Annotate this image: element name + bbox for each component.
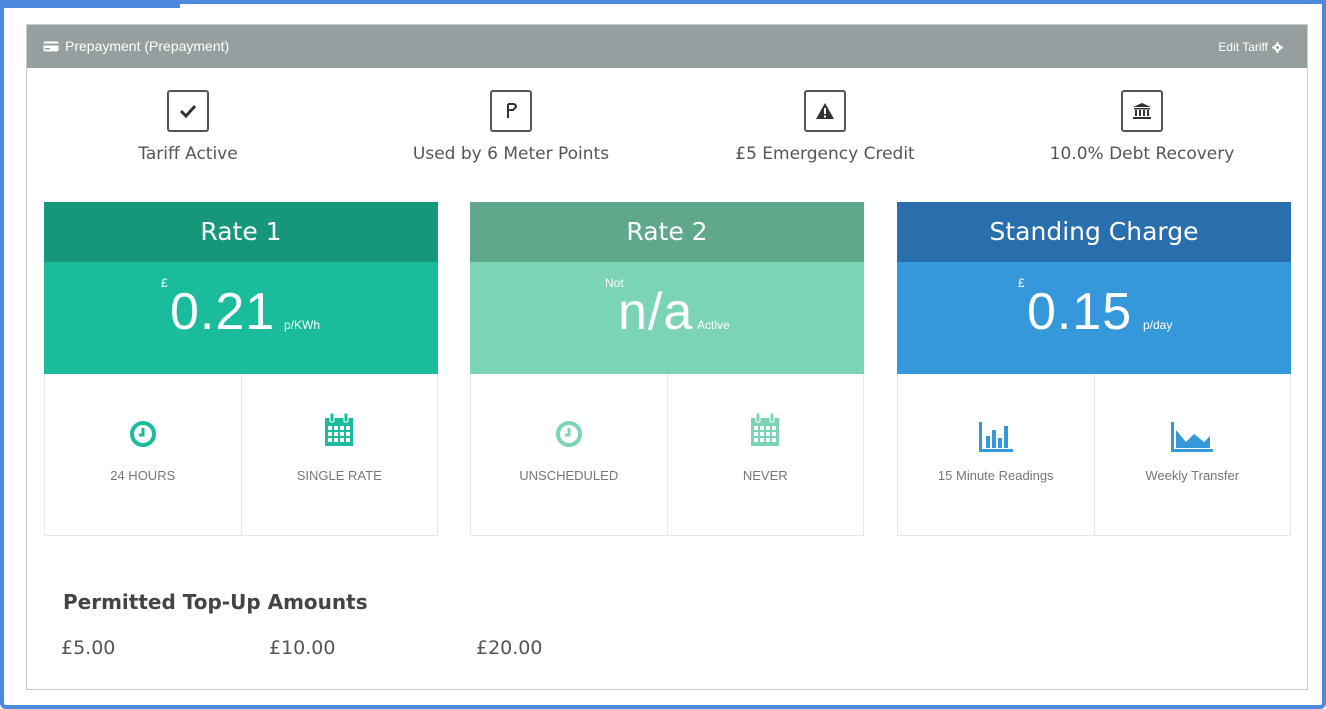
area-chart-icon — [1171, 422, 1214, 452]
card-details: 15 Minute Readings Weekly Transfer — [897, 374, 1291, 536]
rate-2-card: Rate 2 Not n/a Active UNSCHEDULED NEVER — [470, 202, 864, 536]
charge-unit: p/day — [1143, 318, 1173, 332]
warning-icon — [804, 90, 846, 132]
rate-1-card: Rate 1 £ 0.21 p/KWh 24 HOURS SINGLE RATE — [44, 202, 438, 536]
charge-value: 0.15 — [1027, 283, 1133, 341]
currency-symbol: £ — [161, 276, 168, 290]
rate-unit: Active — [697, 318, 730, 332]
tariff-features: Tariff Active Used by 6 Meter Points £5 … — [27, 90, 1307, 170]
topup-amount: £5.00 — [61, 637, 116, 659]
card-cell: NEVER — [668, 374, 864, 535]
rate-value: n/a — [618, 283, 694, 341]
rate-unit: p/KWh — [284, 318, 321, 332]
calendar-icon — [751, 412, 780, 446]
clock-icon — [129, 421, 156, 447]
card-value: £ 0.15 p/day — [897, 262, 1291, 374]
card-cell: 15 Minute Readings — [898, 374, 1095, 535]
feature-debt-recovery: 10.0% Debt Recovery — [992, 90, 1292, 164]
active-tab-indicator — [0, 0, 180, 8]
cell-label: 15 Minute Readings — [937, 468, 1054, 483]
meter-point-icon — [490, 90, 532, 132]
topup-amount: £20.00 — [476, 637, 543, 659]
card-title: Rate 1 — [44, 202, 438, 262]
edit-tariff-button[interactable]: Edit Tariff — [1218, 40, 1283, 54]
calendar-icon — [325, 412, 354, 446]
feature-label: Tariff Active — [138, 144, 238, 164]
standing-charge-card: Standing Charge £ 0.15 p/day 15 Minute R… — [897, 202, 1291, 536]
rate-value: 0.21 — [170, 283, 276, 341]
card-title: Standing Charge — [897, 202, 1291, 262]
panel-title: Prepayment (Prepayment) — [43, 38, 229, 54]
topup-title: Permitted Top-Up Amounts — [63, 590, 368, 614]
cell-label: 24 HOURS — [110, 468, 176, 483]
card-cell: SINGLE RATE — [242, 374, 438, 535]
edit-tariff-label: Edit Tariff — [1218, 40, 1268, 54]
cell-label: UNSCHEDULED — [519, 468, 619, 483]
card-details: UNSCHEDULED NEVER — [470, 374, 864, 536]
clock-icon — [555, 421, 582, 447]
bank-icon — [1121, 90, 1163, 132]
card-value: £ 0.21 p/KWh — [44, 262, 438, 374]
cell-label: SINGLE RATE — [296, 468, 382, 483]
card-title: Rate 2 — [470, 202, 864, 262]
feature-label: Used by 6 Meter Points — [412, 144, 610, 164]
feature-emergency-credit: £5 Emergency Credit — [675, 90, 975, 164]
feature-meter-points: Used by 6 Meter Points — [361, 90, 661, 164]
checkmark-icon — [167, 90, 209, 132]
gear-icon — [1272, 41, 1283, 53]
card-details: 24 HOURS SINGLE RATE — [44, 374, 438, 536]
panel-header: Prepayment (Prepayment) Edit Tariff — [27, 25, 1307, 68]
feature-label: 10.0% Debt Recovery — [1049, 144, 1235, 164]
feature-tariff-active: Tariff Active — [38, 90, 338, 164]
cell-label: Weekly Transfer — [1145, 468, 1240, 483]
topup-amount: £10.00 — [269, 637, 336, 659]
tariff-panel: Prepayment (Prepayment) Edit Tariff Tari… — [26, 24, 1308, 690]
card-value: Not n/a Active — [470, 262, 864, 374]
currency-symbol: £ — [1018, 276, 1025, 290]
card-cell: Weekly Transfer — [1095, 374, 1291, 535]
bar-chart-icon — [978, 422, 1013, 452]
cell-label: NEVER — [742, 468, 788, 483]
card-cell: 24 HOURS — [45, 374, 242, 535]
feature-label: £5 Emergency Credit — [735, 144, 915, 164]
credit-card-icon — [43, 41, 59, 51]
panel-title-text: Prepayment (Prepayment) — [65, 38, 230, 54]
card-cell: UNSCHEDULED — [471, 374, 668, 535]
frame-top-border — [180, 0, 1326, 4]
